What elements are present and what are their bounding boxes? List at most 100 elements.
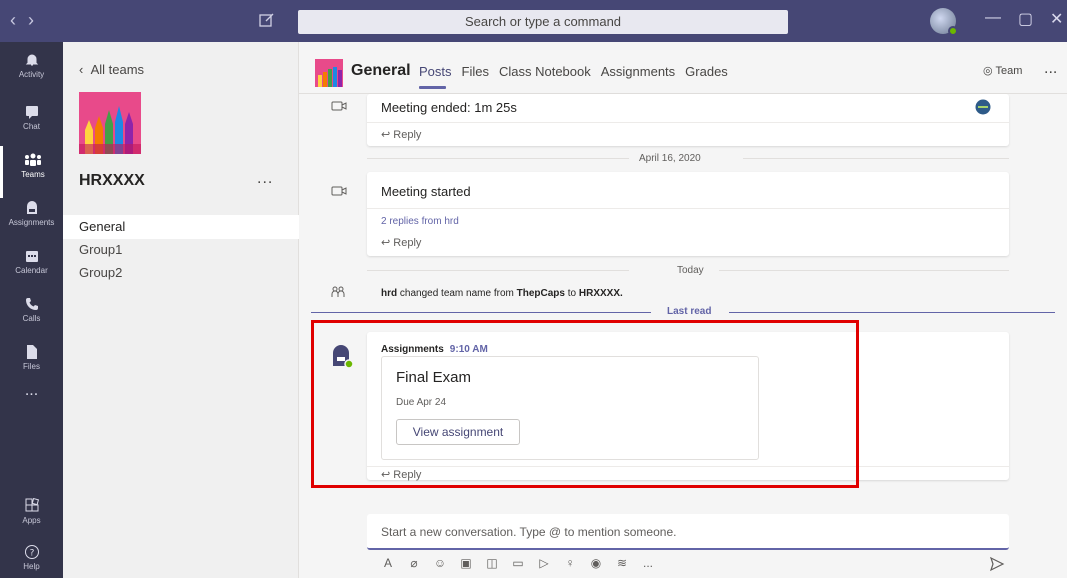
- chevron-left-icon: ‹: [79, 62, 91, 77]
- file-icon: [26, 345, 37, 359]
- channel-general[interactable]: General: [63, 215, 299, 239]
- channel-tabs: Posts Files Class Notebook Assignments G…: [419, 64, 728, 79]
- rail-item-help[interactable]: ? Help: [0, 538, 63, 578]
- maximize-button[interactable]: ▢: [1018, 9, 1033, 29]
- all-teams-link[interactable]: ‹ All teams: [79, 62, 144, 77]
- last-read-line: [311, 312, 651, 313]
- team-panel: ‹ All teams HRXXXX ... General Group1 Gr…: [63, 42, 299, 578]
- send-icon[interactable]: [989, 556, 1005, 572]
- tab-files[interactable]: Files: [462, 64, 489, 79]
- card-divider: [367, 208, 1009, 209]
- rail-label: Chat: [23, 122, 40, 131]
- attach-icon[interactable]: ⌀: [407, 556, 421, 570]
- rail-more-apps[interactable]: ...: [0, 382, 63, 434]
- more-options-icon[interactable]: ...: [641, 556, 655, 570]
- format-icon[interactable]: A: [381, 556, 395, 570]
- date-divider-line: [719, 270, 1009, 271]
- date-divider-line: [367, 270, 629, 271]
- gif-icon[interactable]: ▣: [459, 556, 473, 570]
- rail-label: Files: [23, 362, 40, 371]
- bell-icon: [25, 54, 38, 66]
- date-separator: April 16, 2020: [639, 153, 701, 164]
- tab-grades[interactable]: Grades: [685, 64, 728, 79]
- search-input[interactable]: Search or type a command: [298, 10, 788, 34]
- last-read-marker: Last read: [667, 306, 712, 317]
- apps-icon: [25, 498, 39, 512]
- date-divider-line: [367, 158, 629, 159]
- rail-item-apps[interactable]: Apps: [0, 492, 63, 544]
- sys-old-name: ThepCaps: [516, 288, 565, 299]
- channel-team-image: [315, 59, 343, 87]
- compose-toolbar: A ⌀ ☺ ▣ ◫ ▭ ▷ ♀ ◉ ≋ ...: [381, 556, 655, 570]
- tab-class-notebook[interactable]: Class Notebook: [499, 64, 591, 79]
- team-image: [79, 92, 141, 154]
- header-more-icon[interactable]: ...: [1044, 60, 1057, 78]
- tab-posts[interactable]: Posts: [419, 64, 452, 79]
- presence-available-icon: [948, 26, 958, 36]
- back-arrow-icon[interactable]: ‹: [10, 10, 28, 30]
- channel-group2[interactable]: Group2: [63, 261, 299, 285]
- rail-item-calls[interactable]: Calls: [0, 290, 63, 342]
- meeting-ended-title: Meeting ended: 1m 25s: [381, 100, 517, 115]
- replies-link[interactable]: 2 replies from hrd: [381, 216, 459, 227]
- red-highlight-box: [311, 320, 859, 488]
- more-icon: ...: [24, 382, 39, 399]
- sys-user: hrd: [381, 288, 398, 299]
- rail-item-chat[interactable]: Chat: [0, 98, 63, 150]
- all-teams-label: All teams: [90, 62, 145, 77]
- date-divider-line: [743, 158, 1009, 159]
- history-nav: ‹›: [10, 10, 46, 31]
- meeting-ended-card: Meeting ended: 1m 25s ↩ Reply: [367, 94, 1009, 146]
- meet-now-icon[interactable]: ▭: [511, 556, 525, 570]
- system-message: hrd changed team name from ThepCaps to H…: [381, 288, 623, 299]
- meeting-started-card: Meeting started 2 replies from hrd ↩ Rep…: [367, 172, 1009, 256]
- rail-label: Teams: [21, 170, 45, 179]
- meeting-started-title: Meeting started: [381, 184, 471, 199]
- new-conversation-input[interactable]: Start a new conversation. Type @ to ment…: [367, 514, 1009, 550]
- reply-label: Reply: [393, 237, 422, 249]
- last-read-line: [729, 312, 1055, 313]
- reply-label: Reply: [393, 129, 422, 141]
- rail-item-assignments[interactable]: Assignments: [0, 194, 63, 246]
- emoji-icon[interactable]: ☺: [433, 556, 447, 570]
- rail-item-teams[interactable]: Teams: [0, 146, 63, 198]
- channel-header: General Posts Files Class Notebook Assig…: [299, 42, 1067, 94]
- user-avatar[interactable]: [930, 8, 958, 36]
- close-button[interactable]: ✕: [1050, 9, 1063, 29]
- rail-label: Activity: [18, 70, 45, 79]
- praise-icon[interactable]: ♀: [563, 556, 577, 570]
- video-camera-icon: [331, 101, 347, 111]
- stream-icon[interactable]: ▷: [537, 556, 551, 570]
- active-tab-indicator: [419, 86, 446, 89]
- translate-icon[interactable]: ≋: [615, 556, 629, 570]
- date-separator: Today: [677, 265, 704, 276]
- participant-avatar: [975, 99, 991, 115]
- video-camera-icon: [331, 186, 347, 196]
- new-chat-icon[interactable]: [258, 11, 276, 29]
- sticker-icon[interactable]: ◫: [485, 556, 499, 570]
- team-button-label: Team: [995, 65, 1023, 77]
- compose-placeholder: Start a new conversation. Type @ to ment…: [381, 525, 677, 539]
- rail-item-activity[interactable]: Activity: [0, 46, 63, 98]
- team-button[interactable]: ◎ Team: [983, 64, 1022, 77]
- channel-group1[interactable]: Group1: [63, 238, 299, 262]
- app-rail: Activity Chat Teams Assignments Calendar…: [0, 42, 63, 578]
- rail-label: Calendar: [15, 266, 48, 275]
- rail-label: Apps: [22, 516, 41, 525]
- location-icon[interactable]: ◉: [589, 556, 603, 570]
- forward-arrow-icon[interactable]: ›: [28, 10, 46, 30]
- tab-assignments[interactable]: Assignments: [601, 64, 675, 79]
- team-more-options-icon[interactable]: ...: [257, 170, 273, 188]
- svg-text:?: ?: [29, 549, 34, 559]
- sys-new-name: HRXXXX.: [578, 288, 623, 299]
- rail-label: Assignments: [8, 218, 55, 227]
- team-name: HRXXXX: [79, 172, 145, 189]
- eye-icon: ◎: [983, 65, 996, 77]
- rail-item-calendar[interactable]: Calendar: [0, 242, 63, 294]
- sys-text: to: [564, 288, 579, 299]
- reply-button[interactable]: ↩ Reply: [381, 128, 421, 141]
- title-bar: ‹› Search or type a command — ▢ ✕: [0, 0, 1067, 42]
- reply-button[interactable]: ↩ Reply: [381, 236, 421, 249]
- minimize-button[interactable]: —: [985, 9, 1001, 27]
- rail-label: Help: [23, 562, 40, 571]
